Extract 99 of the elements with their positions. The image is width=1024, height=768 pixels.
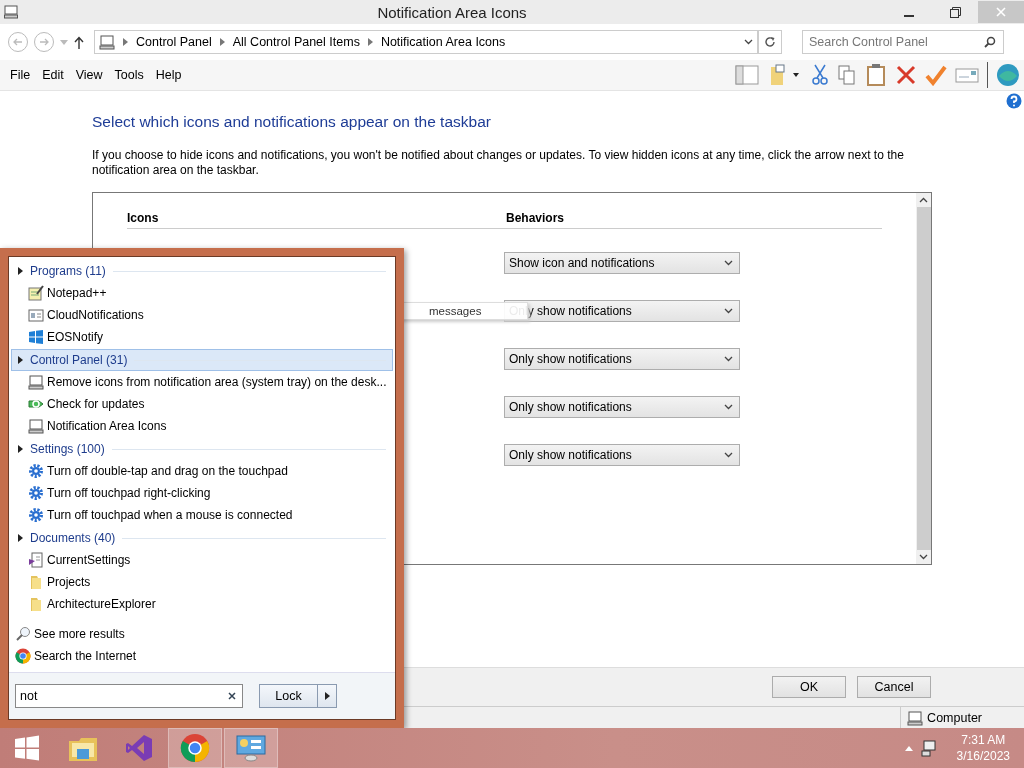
delete-icon[interactable] xyxy=(895,64,917,86)
document-icon xyxy=(28,552,44,568)
computer-icon xyxy=(4,5,18,19)
search-result[interactable]: Remove icons from notification area (system tray) on the desk... xyxy=(47,375,387,389)
search-result[interactable]: Notification Area Icons xyxy=(47,419,167,433)
dropdown-icon xyxy=(724,452,733,458)
menu-item[interactable]: Tools xyxy=(108,68,150,82)
clear-icon[interactable] xyxy=(228,692,236,700)
clipboard-icon[interactable] xyxy=(865,63,887,87)
scroll-down-icon[interactable] xyxy=(919,554,928,560)
status-text: Computer xyxy=(927,710,982,725)
category-header[interactable]: Settings (100) xyxy=(11,438,393,460)
column-header: Behaviors xyxy=(506,211,565,225)
behavior-dropdown[interactable]: Only show notifications xyxy=(504,396,740,418)
notepad-icon xyxy=(28,285,44,301)
search-result[interactable]: Turn off double-tap and drag on the touchpad xyxy=(47,464,288,478)
description-text: If you choose to hide icons and notifications, you won't be notified about changes or updates. To view hidden icons at any time, click the arrow next to the notification area on the taskbar. xyxy=(92,148,905,178)
menu-item[interactable]: File xyxy=(4,68,37,82)
breadcrumb-separator-icon[interactable] xyxy=(367,38,373,46)
search-field[interactable]: Search Control Panel xyxy=(802,30,1004,54)
expand-arrow-icon[interactable] xyxy=(18,445,23,453)
search-result[interactable]: EOSNotify xyxy=(47,330,103,344)
network-icon[interactable] xyxy=(920,739,939,757)
minimize-icon xyxy=(904,15,914,17)
dropdown-icon xyxy=(724,260,733,266)
checkmark-icon[interactable] xyxy=(925,64,947,86)
dropdown-icon xyxy=(724,404,733,410)
dropdown-icon[interactable] xyxy=(744,39,753,45)
search-result[interactable]: ArchitectureExplorer xyxy=(47,597,156,611)
copy-icon[interactable] xyxy=(837,64,857,86)
show-hidden-icons-button[interactable] xyxy=(904,745,913,751)
gear-icon xyxy=(28,485,44,501)
help-icon[interactable] xyxy=(1006,93,1022,109)
address-bar[interactable]: Control Panel All Control Panel Items Notification Area Icons xyxy=(94,30,758,54)
restore-icon xyxy=(949,6,961,18)
expand-arrow-icon[interactable] xyxy=(18,356,23,364)
back-arrow-icon xyxy=(13,38,23,46)
behavior-dropdown[interactable]: Show icon and notifications xyxy=(504,252,740,274)
window-icon xyxy=(28,307,44,323)
breadcrumb-separator-icon[interactable] xyxy=(123,38,128,46)
windows-logo-icon xyxy=(28,329,44,345)
history-dropdown-icon[interactable] xyxy=(60,39,68,45)
arrow-icon xyxy=(324,692,330,700)
column-header: Icons xyxy=(127,211,160,225)
browser-logo-icon xyxy=(15,648,31,664)
up-arrow-icon[interactable] xyxy=(74,35,84,49)
search-result[interactable]: CloudNotifications xyxy=(47,308,144,322)
control-panel-icon[interactable] xyxy=(235,733,267,763)
forward-arrow-icon xyxy=(39,38,49,46)
scrollbar[interactable] xyxy=(916,193,931,564)
search-icon xyxy=(15,626,31,642)
breadcrumb[interactable]: All Control Panel Items xyxy=(232,35,360,49)
search-field[interactable]: not xyxy=(15,684,243,708)
computer-icon xyxy=(28,418,44,434)
scroll-up-icon[interactable] xyxy=(919,197,928,203)
gear-icon xyxy=(28,463,44,479)
search-result[interactable]: Turn off touchpad when a mouse is connected xyxy=(47,508,293,522)
taskbar-button[interactable] xyxy=(168,728,222,768)
category-header[interactable]: Documents (40) xyxy=(11,527,393,549)
expand-arrow-icon[interactable] xyxy=(18,267,23,275)
expand-arrow-icon[interactable] xyxy=(18,534,23,542)
page-heading: Select which icons and notifications appear on the taskbar xyxy=(92,113,492,131)
search-link[interactable]: See more results xyxy=(34,627,125,641)
search-result[interactable]: Notepad++ xyxy=(47,286,107,300)
category-header[interactable]: Control Panel (31) xyxy=(11,349,393,371)
breadcrumb[interactable]: Control Panel xyxy=(136,35,212,49)
menu-item[interactable]: View xyxy=(69,68,109,82)
browser-logo-icon[interactable] xyxy=(180,733,210,763)
dialog-button[interactable]: OK xyxy=(772,676,846,698)
search-result[interactable]: Turn off touchpad right-clicking xyxy=(47,486,211,500)
panel-layout-icon[interactable] xyxy=(735,64,759,86)
taskbar-button[interactable] xyxy=(224,728,278,768)
folder-icon xyxy=(28,574,44,590)
computer-icon xyxy=(28,374,44,390)
dropdown-icon xyxy=(724,356,733,362)
breadcrumb-separator-icon[interactable] xyxy=(219,38,225,46)
behavior-dropdown[interactable]: Only show notifications xyxy=(504,348,740,370)
close-icon xyxy=(996,7,1006,17)
gear-icon xyxy=(28,507,44,523)
folder-icon xyxy=(28,596,44,612)
menu-item[interactable]: Help xyxy=(149,68,188,82)
breadcrumb[interactable]: Notification Area Icons xyxy=(380,35,506,49)
search-icon xyxy=(984,36,996,48)
menu-item[interactable]: Edit xyxy=(36,68,70,82)
refresh-button[interactable] xyxy=(758,30,782,54)
search-result[interactable]: Check for updates xyxy=(47,397,145,411)
scissors-icon[interactable] xyxy=(811,64,829,86)
search-result[interactable]: Projects xyxy=(47,575,91,589)
refresh-icon xyxy=(764,36,776,48)
search-result[interactable]: CurrentSettings xyxy=(47,553,131,567)
dialog-button[interactable]: Cancel xyxy=(857,676,931,698)
computer-icon xyxy=(99,34,115,50)
infinity-logo-icon[interactable] xyxy=(124,733,154,763)
globe-icon[interactable] xyxy=(996,63,1020,87)
start-button-icon[interactable] xyxy=(13,734,41,762)
window-title: Notification Area Icons xyxy=(376,3,528,21)
category-header[interactable]: Programs (11) xyxy=(11,260,393,282)
search-link[interactable]: Search the Internet xyxy=(34,649,137,663)
behavior-dropdown[interactable]: Only show notifications xyxy=(504,444,740,466)
